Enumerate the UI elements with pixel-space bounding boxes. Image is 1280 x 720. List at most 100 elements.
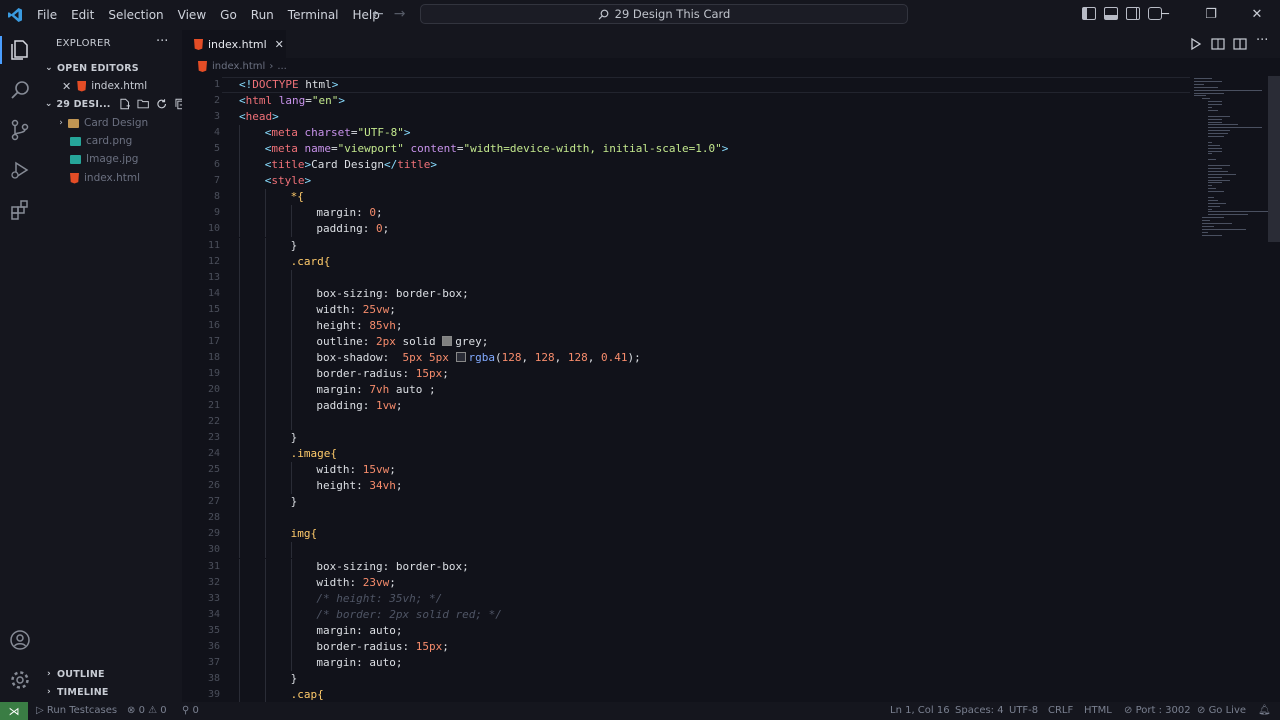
- notifications-bell-icon[interactable]: 🔔︎: [1258, 702, 1271, 720]
- outline-section[interactable]: › OUTLINE: [40, 665, 186, 683]
- run-testcases[interactable]: ▷ Run Testcases: [36, 702, 117, 720]
- menu-terminal[interactable]: Terminal: [281, 0, 346, 30]
- code-line[interactable]: 34 /* border: 2px solid red; */: [182, 606, 1190, 623]
- breadcrumb-file[interactable]: index.html: [212, 61, 265, 72]
- code-line[interactable]: 8 *{: [182, 189, 1190, 206]
- code-line[interactable]: 20 margin: 7vh auto ;: [182, 381, 1190, 398]
- restore-icon[interactable]: ❐: [1188, 0, 1234, 30]
- code-line[interactable]: 33 /* height: 35vh; */: [182, 590, 1190, 607]
- indent-spaces[interactable]: Spaces: 4: [955, 702, 1004, 720]
- more-actions-icon[interactable]: ···: [1256, 33, 1268, 48]
- code-line[interactable]: 36 border-radius: 15px;: [182, 638, 1190, 655]
- code-line[interactable]: 13: [182, 269, 1190, 286]
- code-line[interactable]: 4 <meta charset="UTF-8">: [182, 125, 1190, 142]
- menu-selection[interactable]: Selection: [101, 0, 170, 30]
- code-editor[interactable]: 1 <!DOCTYPE html> 2 <html lang="en"> 3 <head>…: [182, 76, 1190, 702]
- minimap[interactable]: [1190, 76, 1268, 276]
- code-line[interactable]: 30: [182, 542, 1190, 559]
- new-file-icon[interactable]: [119, 98, 130, 110]
- code-line[interactable]: 29 img{: [182, 526, 1190, 543]
- code-line[interactable]: 39 .cap{: [182, 686, 1190, 702]
- code-line[interactable]: 7 <style>: [182, 173, 1190, 190]
- split-editor-icon[interactable]: [1233, 37, 1247, 51]
- code-line[interactable]: 10 padding: 0;: [182, 221, 1190, 238]
- code-line[interactable]: 31 box-sizing: border-box;: [182, 558, 1190, 575]
- code-line[interactable]: 2 <html lang="en">: [182, 93, 1190, 109]
- explorer-files-icon[interactable]: [8, 38, 32, 62]
- code-line[interactable]: 11}: [182, 237, 1190, 254]
- indent-guide: [265, 414, 266, 431]
- workspace-folder-section[interactable]: ⌄ 29 DESI...: [40, 95, 186, 113]
- menu-run[interactable]: Run: [244, 0, 281, 30]
- command-center-search[interactable]: 29 Design This Card: [420, 4, 908, 24]
- close-window-icon[interactable]: ✕: [1234, 0, 1280, 30]
- minimap-line: [1208, 109, 1218, 111]
- close-icon[interactable]: ✕: [62, 80, 71, 93]
- code-line[interactable]: 12 .card{: [182, 253, 1190, 270]
- tree-item-folder[interactable]: › Card Design: [40, 114, 198, 132]
- code-line[interactable]: 14 box-sizing: border-box;: [182, 285, 1190, 302]
- live-port[interactable]: ⊘ Port : 3002: [1124, 702, 1191, 720]
- line-ending[interactable]: CRLF: [1048, 702, 1073, 720]
- new-folder-icon[interactable]: [137, 98, 149, 110]
- run-debug-icon[interactable]: [8, 158, 32, 182]
- code-line[interactable]: 22: [182, 414, 1190, 431]
- forward-arrow-icon[interactable]: →: [394, 6, 406, 22]
- code-line[interactable]: 24 .image{: [182, 446, 1190, 463]
- settings-gear-icon[interactable]: [8, 668, 32, 692]
- ports-indicator[interactable]: ⚲ 0: [182, 702, 199, 720]
- menu-go[interactable]: Go: [213, 0, 244, 30]
- code-line[interactable]: 32 width: 23vw;: [182, 574, 1190, 591]
- close-icon[interactable]: ✕: [275, 38, 284, 51]
- code-line[interactable]: 28: [182, 510, 1190, 527]
- color-swatch-icon[interactable]: [442, 335, 453, 346]
- code-line[interactable]: 3 <head>: [182, 109, 1190, 125]
- encoding[interactable]: UTF-8: [1009, 702, 1038, 720]
- remote-icon[interactable]: ⋊: [0, 702, 28, 720]
- code-line[interactable]: 9 margin: 0;: [182, 205, 1190, 222]
- minimize-icon[interactable]: ─: [1142, 0, 1188, 30]
- code-line[interactable]: 35 margin: auto;: [182, 622, 1190, 639]
- code-line[interactable]: 21 padding: 1vw;: [182, 398, 1190, 414]
- menu-file[interactable]: File: [30, 0, 64, 30]
- run-play-icon[interactable]: [1190, 37, 1202, 51]
- code-line[interactable]: 16 height: 85vh;: [182, 317, 1190, 334]
- tab-index-html[interactable]: index.html ✕: [182, 30, 286, 58]
- menu-view[interactable]: View: [171, 0, 213, 30]
- toggle-secondary-sidebar-icon[interactable]: [1126, 7, 1140, 20]
- open-preview-icon[interactable]: [1211, 37, 1225, 51]
- more-actions-icon[interactable]: ···: [156, 34, 168, 49]
- problems-indicator[interactable]: ⊗ 0 ⚠ 0: [127, 702, 167, 720]
- code-line[interactable]: 38}: [182, 670, 1190, 687]
- code-line[interactable]: 1 <!DOCTYPE html>: [182, 77, 1190, 93]
- go-live-button[interactable]: ⊘ Go Live: [1197, 702, 1246, 720]
- code-line[interactable]: 18 box-shadow: 5px 5px rgba(128, 128, 128…: [182, 349, 1190, 366]
- code-line[interactable]: 25 width: 15vw;: [182, 462, 1190, 479]
- language-mode[interactable]: HTML: [1084, 702, 1112, 720]
- code-line[interactable]: 26 height: 34vh;: [182, 478, 1190, 495]
- open-editor-item[interactable]: ✕ index.html: [40, 77, 204, 95]
- breadcrumb-more[interactable]: ...: [277, 61, 287, 72]
- menu-edit[interactable]: Edit: [64, 0, 101, 30]
- toggle-primary-sidebar-icon[interactable]: [1082, 7, 1096, 20]
- account-icon[interactable]: [8, 628, 32, 652]
- color-swatch-icon[interactable]: [455, 351, 466, 362]
- code-line[interactable]: 37 margin: auto;: [182, 654, 1190, 671]
- timeline-section[interactable]: › TIMELINE: [40, 683, 186, 701]
- code-line[interactable]: 6 <title>Card Design</title>: [182, 157, 1190, 174]
- back-arrow-icon[interactable]: ←: [372, 6, 384, 22]
- code-line[interactable]: 27}: [182, 494, 1190, 511]
- code-line[interactable]: 17 outline: 2px solid grey;: [182, 333, 1190, 350]
- search-icon[interactable]: [8, 78, 32, 102]
- open-editors-section[interactable]: ⌄ OPEN EDITORS: [40, 59, 186, 77]
- source-control-icon[interactable]: [8, 118, 32, 142]
- code-line[interactable]: 19 border-radius: 15px;: [182, 365, 1190, 382]
- code-line[interactable]: 23}: [182, 430, 1190, 447]
- code-line[interactable]: 15 width: 25vw;: [182, 301, 1190, 318]
- toggle-panel-icon[interactable]: [1104, 7, 1118, 20]
- code-line[interactable]: 5 <meta name="viewport" content="width=de…: [182, 141, 1190, 158]
- extensions-icon[interactable]: [8, 198, 32, 222]
- refresh-icon[interactable]: [156, 98, 167, 110]
- cursor-position[interactable]: Ln 1, Col 16: [890, 702, 950, 720]
- scrollbar[interactable]: [1268, 76, 1280, 242]
